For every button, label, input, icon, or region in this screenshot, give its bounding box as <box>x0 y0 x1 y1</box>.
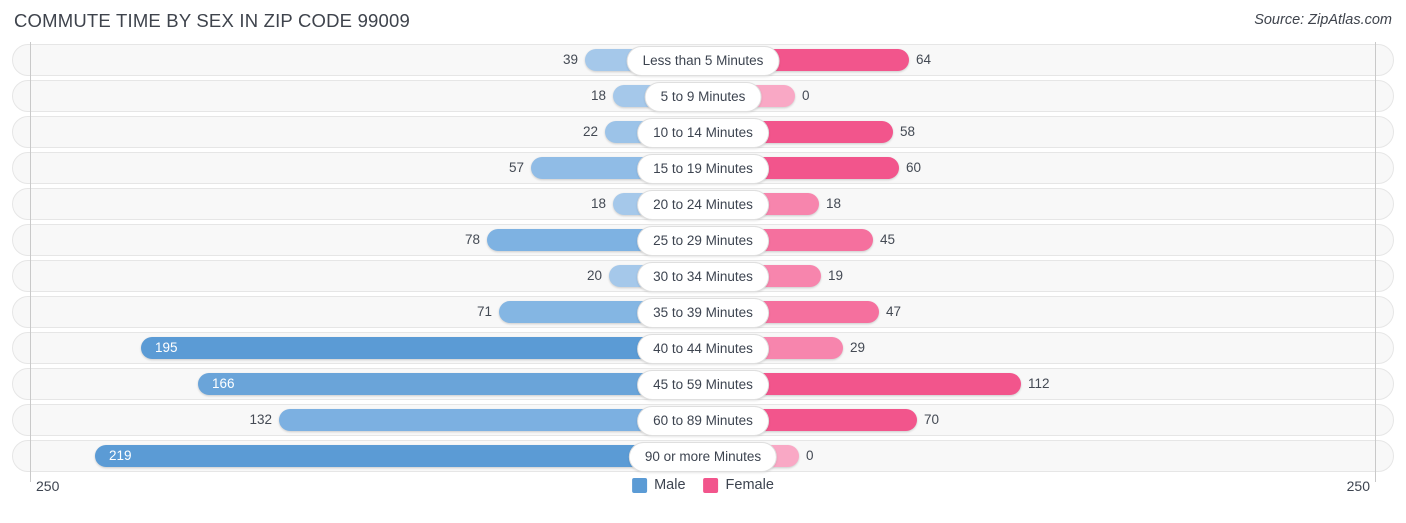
chart-row: 71 47 35 to 39 Minutes <box>12 294 1394 330</box>
chart-row: 219 0 90 or more Minutes <box>12 438 1394 474</box>
bar-value-male: 219 <box>109 448 132 463</box>
bar-value-female: 70 <box>924 412 940 427</box>
bar-value-female: 60 <box>906 160 922 175</box>
bar-value-male: 22 <box>582 124 598 139</box>
category-label: 20 to 24 Minutes <box>637 190 769 220</box>
chart-footer: 250 250 Male Female <box>12 474 1394 514</box>
axis-line-right <box>1375 42 1376 482</box>
bar-value-female: 29 <box>850 340 866 355</box>
chart-header: COMMUTE TIME BY SEX IN ZIP CODE 99009 So… <box>0 0 1406 42</box>
category-label: 25 to 29 Minutes <box>637 226 769 256</box>
chart-legend: Male Female <box>632 477 774 493</box>
chart-row: 18 18 20 to 24 Minutes <box>12 186 1394 222</box>
category-label: 90 or more Minutes <box>628 442 778 472</box>
bar-value-male: 18 <box>590 88 606 103</box>
diverging-bar-chart: 39 64 Less than 5 Minutes 18 0 5 to 9 Minutes… <box>12 42 1394 482</box>
bar-value-female: 19 <box>828 268 844 283</box>
chart-row: 195 29 40 to 44 Minutes <box>12 330 1394 366</box>
bar-value-male: 57 <box>508 160 524 175</box>
chart-row: 20 19 30 to 34 Minutes <box>12 258 1394 294</box>
axis-line-left <box>30 42 31 482</box>
category-label: Less than 5 Minutes <box>626 46 780 76</box>
bar-value-female: 0 <box>806 448 814 463</box>
bar-value-female: 64 <box>916 52 932 67</box>
bar-value-male: 166 <box>212 376 235 391</box>
legend-label: Female <box>725 477 774 493</box>
category-label: 45 to 59 Minutes <box>637 370 769 400</box>
axis-max-right: 250 <box>1346 478 1370 494</box>
legend-swatch-icon <box>632 477 648 493</box>
bar-value-male: 195 <box>155 340 178 355</box>
legend-swatch-icon <box>703 477 719 493</box>
bar-value-female: 45 <box>880 232 896 247</box>
category-label: 30 to 34 Minutes <box>637 262 769 292</box>
bar-value-female: 47 <box>886 304 902 319</box>
source-attribution: Source: ZipAtlas.com <box>1254 12 1392 28</box>
legend-item-male[interactable]: Male <box>632 477 686 493</box>
bar-value-female: 112 <box>1028 376 1050 391</box>
bar-male[interactable] <box>198 373 703 395</box>
legend-label: Male <box>654 477 686 493</box>
bar-value-male: 39 <box>562 52 578 67</box>
chart-row: 18 0 5 to 9 Minutes <box>12 78 1394 114</box>
bar-value-male: 71 <box>476 304 492 319</box>
bar-value-male: 18 <box>590 196 606 211</box>
bar-value-female: 0 <box>802 88 810 103</box>
bar-value-male: 20 <box>586 268 602 283</box>
bar-value-male: 132 <box>249 412 272 427</box>
chart-row: 22 58 10 to 14 Minutes <box>12 114 1394 150</box>
bar-male[interactable] <box>95 445 703 467</box>
bar-male[interactable] <box>141 337 703 359</box>
category-label: 35 to 39 Minutes <box>637 298 769 328</box>
chart-row: 78 45 25 to 29 Minutes <box>12 222 1394 258</box>
bar-value-female: 18 <box>826 196 842 211</box>
chart-row: 132 70 60 to 89 Minutes <box>12 402 1394 438</box>
legend-item-female[interactable]: Female <box>703 477 774 493</box>
bar-value-female: 58 <box>900 124 916 139</box>
category-label: 60 to 89 Minutes <box>637 406 769 436</box>
chart-row: 57 60 15 to 19 Minutes <box>12 150 1394 186</box>
page-title: COMMUTE TIME BY SEX IN ZIP CODE 99009 <box>14 10 411 31</box>
category-label: 40 to 44 Minutes <box>637 334 769 364</box>
axis-max-left: 250 <box>36 478 60 494</box>
chart-row: 166 112 45 to 59 Minutes <box>12 366 1394 402</box>
category-label: 15 to 19 Minutes <box>637 154 769 184</box>
category-label: 5 to 9 Minutes <box>644 82 762 112</box>
category-label: 10 to 14 Minutes <box>637 118 769 148</box>
chart-row: 39 64 Less than 5 Minutes <box>12 42 1394 78</box>
bar-value-male: 78 <box>464 232 480 247</box>
